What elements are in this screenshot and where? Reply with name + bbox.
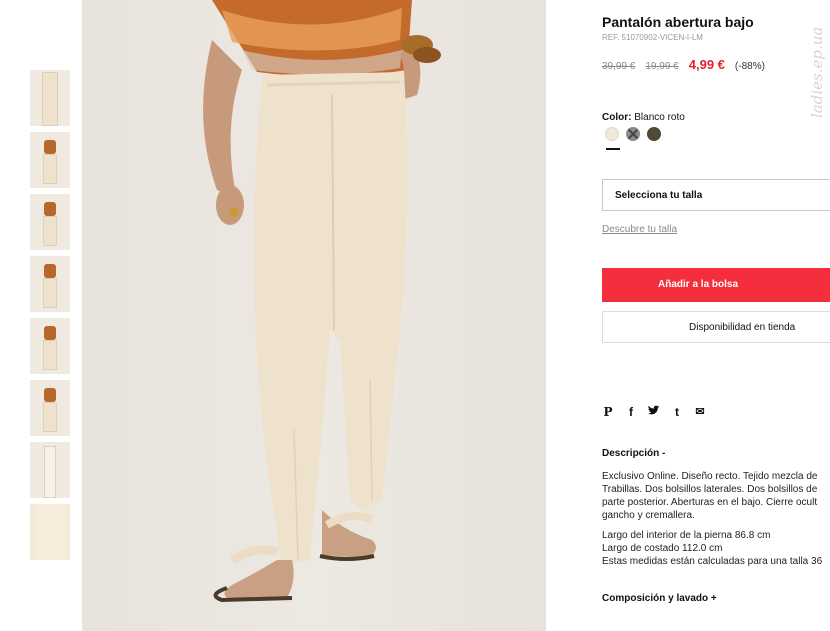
color-label: Color: Blanco roto — [602, 112, 685, 123]
measure-line: Estas medidas están calculadas para una … — [602, 556, 823, 567]
description-header[interactable]: Descripción - — [602, 448, 665, 459]
description-text: Exclusivo Online. Diseño recto. Tejido m… — [602, 470, 830, 522]
discount-badge: (-88%) — [734, 61, 765, 72]
composition-header[interactable]: Composición y lavado + — [602, 593, 717, 604]
add-to-bag-button[interactable]: Añadir a la bolsa — [602, 268, 830, 302]
tumblr-icon[interactable]: t — [671, 405, 683, 419]
email-icon[interactable]: ✉ — [694, 405, 706, 419]
swatch-blanco-roto[interactable] — [605, 127, 620, 150]
model-illustration — [203, 0, 441, 603]
thumbnail-5[interactable] — [30, 318, 70, 374]
measure-line: Largo de costado 112.0 cm — [602, 543, 723, 554]
color-swatches — [605, 127, 661, 150]
thumbnail-7[interactable] — [30, 442, 70, 498]
description-line: Trabillas. Dos bolsillos laterales. Dos … — [602, 484, 818, 495]
watermark: ladies.ep.ua — [808, 26, 826, 118]
facebook-icon[interactable]: f — [625, 405, 637, 419]
pinterest-icon[interactable]: P — [602, 405, 614, 419]
color-label-value: Blanco roto — [634, 112, 685, 123]
size-select[interactable]: Selecciona tu talla — [602, 179, 830, 211]
price-previous: 19,99 € — [645, 61, 679, 72]
thumbnail-4[interactable] — [30, 256, 70, 312]
size-guide-link[interactable]: Descubre tu talla — [602, 224, 677, 235]
color-label-key: Color: — [602, 112, 632, 123]
twitter-icon[interactable] — [648, 405, 660, 419]
description-line: parte posterior. Aberturas en el bajo. C… — [602, 497, 818, 508]
thumbnail-3[interactable] — [30, 194, 70, 250]
swatch-kaki[interactable] — [647, 127, 661, 141]
price-current: 4,99 € — [688, 57, 725, 72]
swatch-gris-unavailable[interactable] — [626, 127, 640, 141]
thumbnail-1[interactable] — [30, 70, 70, 126]
main-product-image[interactable] — [82, 0, 546, 631]
measure-line: Largo del interior de la pierna 86.8 cm — [602, 530, 771, 541]
description-line: gancho y cremallera. — [602, 510, 695, 521]
product-title: Pantalón abertura bajo — [602, 14, 754, 30]
measurements: Largo del interior de la pierna 86.8 cm … — [602, 529, 830, 568]
share-icons: P f t ✉ — [602, 405, 706, 419]
thumbnail-2[interactable] — [30, 132, 70, 188]
thumbnail-8[interactable] — [30, 504, 70, 560]
description-line: Exclusivo Online. Diseño recto. Tejido m… — [602, 471, 818, 482]
price-row: 39,99 € 19,99 € 4,99 € (-88%) — [602, 57, 765, 72]
price-original: 39,99 € — [602, 61, 636, 72]
store-availability-button[interactable]: Disponibilidad en tienda — [602, 311, 830, 343]
thumbnail-6[interactable] — [30, 380, 70, 436]
product-reference: REF. 51070902-VICEN-I-LM — [602, 33, 703, 42]
thumbnail-gallery — [30, 70, 70, 566]
